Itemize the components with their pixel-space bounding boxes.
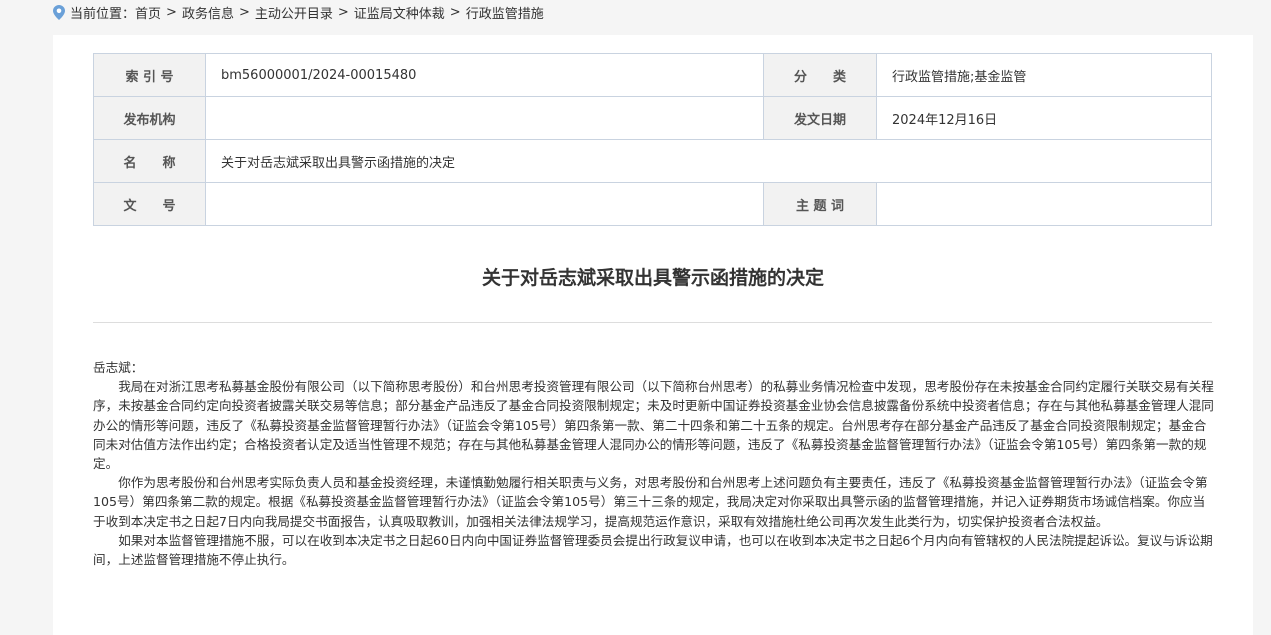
paragraph: 如果对本监督管理措施不服，可以在收到本决定书之日起60日内向中国证券监督管理委员…	[93, 532, 1213, 568]
docno-value	[205, 182, 764, 226]
breadcrumb-gov-info[interactable]: 政务信息	[182, 3, 234, 22]
breadcrumb: 当前位置： 首页 > 政务信息 > 主动公开目录 > 证监局文种体裁 > 行政监管措施	[53, 2, 544, 22]
breadcrumb-prefix: 当前位置：	[70, 6, 136, 22]
breadcrumb-separator: >	[337, 4, 349, 20]
docno-label: 文 号	[93, 182, 206, 226]
breadcrumb-current[interactable]: 行政监管措施	[466, 3, 544, 22]
content-panel: 索 引 号 bm56000001/2024-00015480 分 类 行政监管措…	[53, 35, 1253, 635]
date-label: 发文日期	[763, 96, 877, 140]
breadcrumb-home[interactable]: 首页	[135, 3, 161, 22]
index-label: 索 引 号	[93, 53, 206, 97]
document-body: 岳志斌： 我局在对浙江思考私募基金股份有限公司（以下简称思考股份）和台州思考投资…	[93, 358, 1215, 569]
subject-value	[876, 182, 1212, 226]
location-pin-icon	[53, 4, 65, 20]
publisher-value	[205, 96, 764, 140]
breadcrumb-catalog[interactable]: 主动公开目录	[255, 3, 333, 22]
name-label: 名 称	[93, 139, 206, 183]
index-value: bm56000001/2024-00015480	[205, 53, 764, 97]
category-label: 分 类	[763, 53, 877, 97]
greeting: 岳志斌：	[93, 360, 144, 375]
category-value: 行政监管措施;基金监管	[876, 53, 1212, 97]
date-value: 2024年12月16日	[876, 96, 1212, 140]
breadcrumb-separator: >	[449, 4, 461, 20]
paragraph: 你作为思考股份和台州思考实际负责人员和基金投资经理，未谨慎勤勉履行相关职责与义务…	[93, 475, 1208, 529]
publisher-label: 发布机构	[93, 96, 206, 140]
paragraph: 我局在对浙江思考私募基金股份有限公司（以下简称思考股份）和台州思考投资管理有限公…	[93, 379, 1214, 472]
metadata-table: 索 引 号 bm56000001/2024-00015480 分 类 行政监管措…	[93, 53, 1212, 226]
breadcrumb-doc-types[interactable]: 证监局文种体裁	[354, 3, 445, 22]
breadcrumb-separator: >	[238, 4, 250, 20]
divider	[93, 322, 1212, 323]
breadcrumb-separator: >	[166, 4, 177, 20]
subject-label: 主 题 词	[763, 182, 877, 226]
name-value: 关于对岳志斌采取出具警示函措施的决定	[205, 139, 1212, 183]
document-title: 关于对岳志斌采取出具警示函措施的决定	[481, 267, 824, 289]
